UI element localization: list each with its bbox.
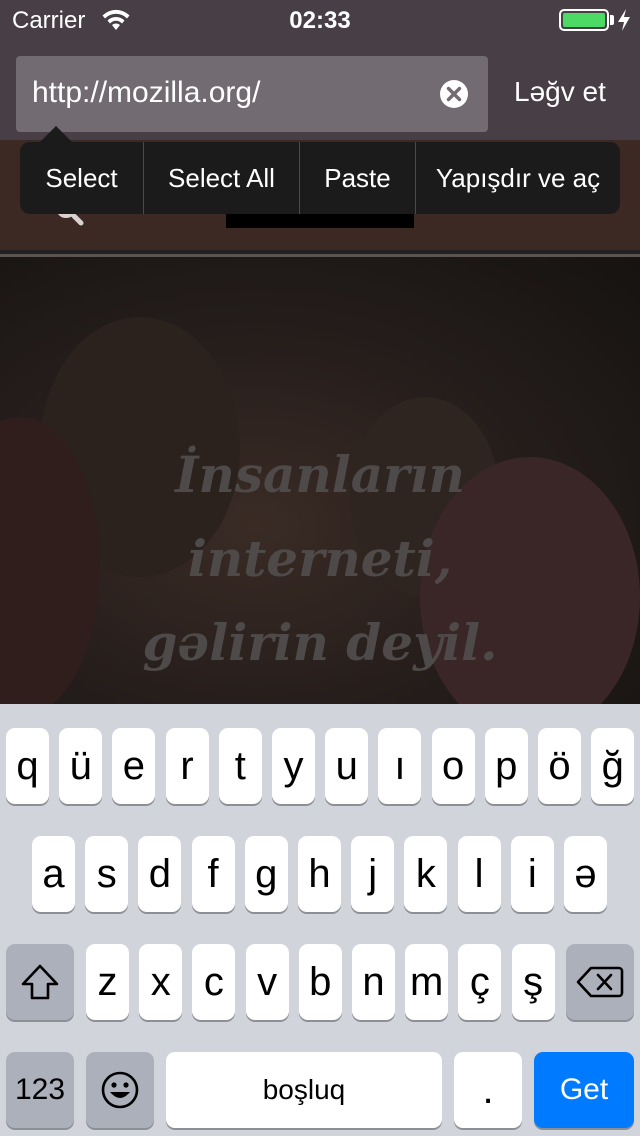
key-row1-10[interactable]: p bbox=[484, 728, 528, 804]
key-row1-1[interactable]: q bbox=[6, 728, 49, 804]
browser-top-bar: Carrier 02:33 http://mozilla.org/ Ləğv e… bbox=[0, 0, 640, 140]
go-key[interactable]: Get bbox=[534, 1052, 634, 1128]
status-bar: Carrier 02:33 bbox=[0, 0, 640, 40]
key-row3-6[interactable]: n bbox=[352, 944, 395, 1020]
key-row1-4[interactable]: r bbox=[165, 728, 209, 804]
key-row3-1[interactable]: z bbox=[86, 944, 129, 1020]
cancel-button[interactable]: Ləğv et bbox=[514, 76, 606, 108]
key-row2-2[interactable]: s bbox=[85, 836, 129, 912]
backspace-key[interactable] bbox=[566, 944, 634, 1020]
menu-item-paste-and-go[interactable]: Yapışdır ve aç bbox=[416, 142, 620, 214]
key-row3-9[interactable]: ş bbox=[511, 944, 555, 1020]
period-key[interactable]: . bbox=[454, 1052, 522, 1128]
shift-icon bbox=[21, 964, 59, 1000]
edit-menu: Select Select All Paste Yapışdır ve aç bbox=[20, 142, 620, 214]
hero-line: interneti, bbox=[187, 529, 453, 588]
menu-item-select-all[interactable]: Select All bbox=[144, 142, 300, 214]
hero-image: İnsanların interneti, gəlirin deyil. bbox=[0, 257, 640, 704]
space-key[interactable]: boşluq bbox=[166, 1052, 442, 1128]
menu-item-select[interactable]: Select bbox=[20, 142, 144, 214]
key-row2-6[interactable]: h bbox=[298, 836, 341, 912]
key-row3-5[interactable]: b bbox=[298, 944, 342, 1020]
backspace-icon bbox=[576, 966, 624, 998]
key-row1-2[interactable]: ü bbox=[59, 728, 103, 804]
key-row2-4[interactable]: f bbox=[191, 836, 235, 912]
charging-bolt-icon bbox=[618, 9, 630, 31]
key-row1-5[interactable]: t bbox=[218, 728, 262, 804]
url-text[interactable]: http://mozilla.org/ bbox=[32, 76, 260, 110]
key-row3-8[interactable]: ç bbox=[458, 944, 502, 1020]
key-row1-12[interactable]: ğ bbox=[591, 728, 635, 804]
key-row1-8[interactable]: ı bbox=[378, 728, 422, 804]
battery-cap bbox=[610, 15, 614, 25]
key-row2-11[interactable]: ə bbox=[564, 836, 607, 912]
key-row2-1[interactable]: a bbox=[32, 836, 75, 912]
key-row1-9[interactable]: o bbox=[431, 728, 475, 804]
keyboard: qüertyuıopöğ asdfghjkliə zxcvbnmçş 123 b… bbox=[0, 704, 640, 1136]
key-row2-7[interactable]: j bbox=[351, 836, 395, 912]
key-row1-11[interactable]: ö bbox=[538, 728, 581, 804]
url-field[interactable]: http://mozilla.org/ bbox=[16, 56, 488, 132]
edit-menu-arrow bbox=[40, 126, 72, 142]
clear-text-icon[interactable] bbox=[439, 79, 469, 109]
menu-item-paste[interactable]: Paste bbox=[300, 142, 416, 214]
battery-icon bbox=[559, 9, 609, 31]
hero-line: İnsanların bbox=[175, 445, 465, 504]
key-row3-2[interactable]: x bbox=[139, 944, 183, 1020]
key-row1-6[interactable]: y bbox=[272, 728, 315, 804]
key-row2-10[interactable]: i bbox=[510, 836, 554, 912]
key-row3-4[interactable]: v bbox=[245, 944, 289, 1020]
emoji-icon bbox=[101, 1071, 139, 1109]
key-row3-3[interactable]: c bbox=[192, 944, 236, 1020]
key-row2-5[interactable]: g bbox=[244, 836, 288, 912]
key-row2-9[interactable]: l bbox=[457, 836, 501, 912]
key-row2-3[interactable]: d bbox=[138, 836, 182, 912]
shift-key[interactable] bbox=[6, 944, 74, 1020]
hero-line: gəlirin deyil. bbox=[142, 613, 498, 672]
key-row3-7[interactable]: m bbox=[405, 944, 449, 1020]
numbers-key[interactable]: 123 bbox=[6, 1052, 74, 1128]
key-row1-7[interactable]: u bbox=[325, 728, 369, 804]
key-row2-8[interactable]: k bbox=[404, 836, 448, 912]
key-row1-3[interactable]: e bbox=[112, 728, 156, 804]
emoji-key[interactable] bbox=[86, 1052, 154, 1128]
status-time: 02:33 bbox=[289, 7, 351, 34]
